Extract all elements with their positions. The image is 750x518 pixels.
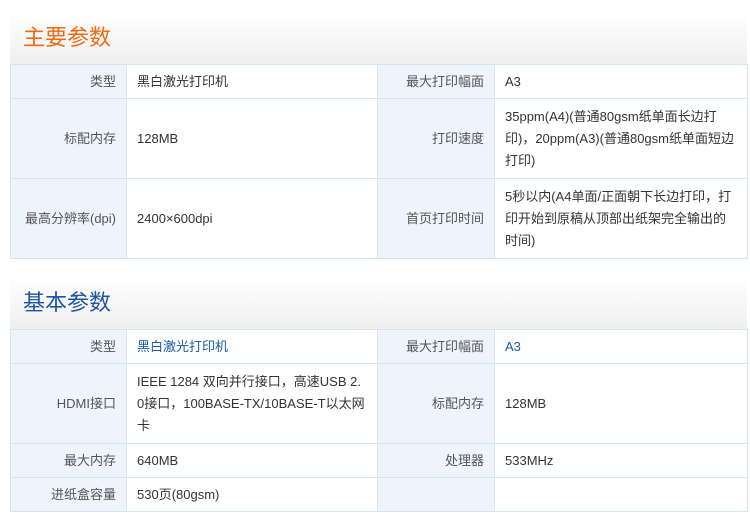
spec-label: 类型 [10,329,127,364]
main-params-section: 主要参数 类型 黑白激光打印机 最大打印幅面 A3 标配内存 128MB 打印速… [10,12,748,259]
spec-value [494,477,748,512]
spec-label [377,477,495,512]
spec-label: 首页打印时间 [377,178,495,259]
spec-value-link[interactable]: A3 [494,329,748,364]
table-row: 最大内存 640MB 处理器 533MHz [10,443,748,478]
spec-label: 打印速度 [377,98,495,179]
table-row: 进纸盒容量 530页(80gsm) [10,477,748,512]
spec-value: 640MB [126,443,378,478]
basic-params-table: 类型 黑白激光打印机 最大打印幅面 A3 HDMI接口 IEEE 1284 双向… [10,329,748,512]
spec-label: 最大内存 [10,443,127,478]
spec-label: 处理器 [377,443,495,478]
main-params-title: 主要参数 [10,12,747,64]
spec-label: 标配内存 [377,363,495,444]
basic-params-section: 基本参数 类型 黑白激光打印机 最大打印幅面 A3 HDMI接口 IEEE 12… [10,277,748,512]
spec-value: 35ppm(A4)(普通80gsm纸单面长边打印)，20ppm(A3)(普通80… [494,98,748,179]
spec-label: 最高分辨率(dpi) [10,178,127,259]
table-row: 标配内存 128MB 打印速度 35ppm(A4)(普通80gsm纸单面长边打印… [10,98,748,179]
spec-label: 最大打印幅面 [377,329,495,364]
table-row: HDMI接口 IEEE 1284 双向并行接口，高速USB 2.0接口，100B… [10,363,748,444]
basic-params-title: 基本参数 [10,277,747,329]
spec-label: 标配内存 [10,98,127,179]
spec-value: 2400×600dpi [126,178,378,259]
spec-label: HDMI接口 [10,363,127,444]
table-row: 最高分辨率(dpi) 2400×600dpi 首页打印时间 5秒以内(A4单面/… [10,178,748,259]
table-row: 类型 黑白激光打印机 最大打印幅面 A3 [10,329,748,364]
spec-value: 128MB [494,363,748,444]
spec-label: 进纸盒容量 [10,477,127,512]
spec-label: 最大打印幅面 [377,64,495,99]
spec-value: 530页(80gsm) [126,477,378,512]
table-row: 类型 黑白激光打印机 最大打印幅面 A3 [10,64,748,99]
main-params-table: 类型 黑白激光打印机 最大打印幅面 A3 标配内存 128MB 打印速度 35p… [10,64,748,259]
spec-value: 5秒以内(A4单面/正面朝下长边打印，打印开始到原稿从顶部出纸架完全输出的时间) [494,178,748,259]
spec-value: 533MHz [494,443,748,478]
spec-value-link[interactable]: 黑白激光打印机 [126,329,378,364]
spec-label: 类型 [10,64,127,99]
spec-value: A3 [494,64,748,99]
spec-value: 黑白激光打印机 [126,64,378,99]
spec-value: 128MB [126,98,378,179]
spec-value: IEEE 1284 双向并行接口，高速USB 2.0接口，100BASE-TX/… [126,363,378,444]
